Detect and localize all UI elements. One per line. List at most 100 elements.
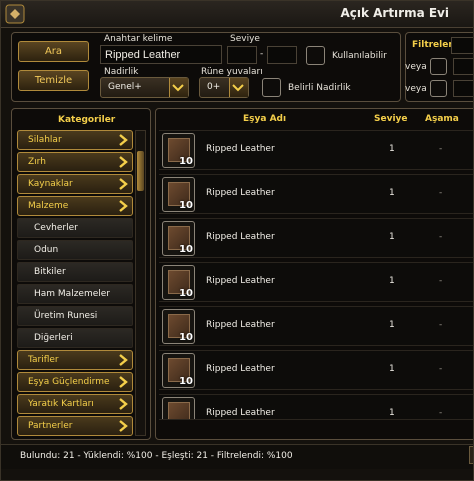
item-level: 1: [389, 144, 395, 154]
item-icon-slot[interactable]: 10: [162, 265, 195, 300]
category-item[interactable]: Tarifler: [17, 350, 133, 370]
item-icon-slot[interactable]: 10: [162, 309, 195, 344]
category-item[interactable]: Odun: [17, 240, 133, 260]
result-row[interactable]: 10 Ripped Leather 1 -: [159, 218, 473, 258]
item-icon-slot[interactable]: [162, 397, 195, 419]
chevron-right-icon: [119, 376, 128, 388]
level-max-input[interactable]: [267, 46, 297, 64]
item-stage: -: [439, 320, 443, 330]
filter-input-1[interactable]: [451, 37, 473, 54]
item-icon-slot[interactable]: 10: [162, 221, 195, 256]
rune-slots-label: Rüne yuvaları: [201, 67, 263, 77]
item-level: 1: [389, 276, 395, 286]
item-stage: -: [439, 188, 443, 198]
item-name: Ripped Leather: [206, 364, 275, 374]
category-item[interactable]: Bitkiler: [17, 262, 133, 282]
filter-input-3[interactable]: [453, 80, 473, 97]
status-text: Bulundu: 21 - Yüklendi: %100 - Eşleşti: …: [20, 451, 293, 461]
filter-or-label-1: veya: [405, 62, 427, 72]
item-icon-slot[interactable]: 10: [162, 177, 195, 212]
chevron-right-icon: [119, 354, 128, 366]
rune-slots-value: 0+: [207, 82, 221, 92]
category-item-label: Tarifler: [28, 355, 59, 365]
window-emblem-icon: [5, 4, 25, 24]
item-icon-slot[interactable]: 10: [162, 133, 195, 168]
category-item-label: Diğerleri: [34, 333, 73, 343]
category-item[interactable]: Ham Malzemeler: [17, 284, 133, 304]
item-name: Ripped Leather: [206, 320, 275, 330]
item-level: 1: [389, 320, 395, 330]
rune-slots-arrow: [229, 78, 248, 97]
category-item-label: Cevherler: [34, 223, 78, 233]
filters-title: Filtreler: [412, 40, 453, 50]
column-header-name[interactable]: Eşya Adı: [243, 114, 286, 124]
category-item[interactable]: Kaynaklar: [17, 174, 133, 194]
result-row[interactable]: 10 Ripped Leather 1 -: [159, 262, 473, 302]
usable-checkbox[interactable]: [306, 46, 325, 65]
category-item[interactable]: Yaratık Kartları: [17, 394, 133, 414]
category-item-label: Bitkiler: [34, 267, 66, 277]
rarity-dropdown[interactable]: Genel+: [100, 77, 189, 98]
rarity-label: Nadirlik: [104, 67, 139, 77]
chevron-right-icon: [119, 134, 128, 146]
search-button[interactable]: Ara: [18, 41, 89, 62]
item-stage: -: [439, 232, 443, 242]
category-item[interactable]: Zırh: [17, 152, 133, 172]
level-label: Seviye: [230, 34, 260, 44]
rarity-arrow: [169, 78, 188, 97]
status-corner-button[interactable]: [469, 446, 473, 464]
category-item[interactable]: Diğerleri: [17, 328, 133, 348]
column-header-level[interactable]: Seviye: [374, 114, 408, 124]
result-row[interactable]: 10 Ripped Leather 1 -: [159, 306, 473, 346]
chevron-down-icon: [232, 84, 244, 92]
item-quantity: 10: [179, 156, 193, 167]
category-item-label: Zırh: [28, 157, 46, 167]
category-item[interactable]: Üretim Runesi: [17, 306, 133, 326]
item-name: Ripped Leather: [206, 276, 275, 286]
search-button-label: Ara: [44, 46, 63, 57]
result-row[interactable]: 10 Ripped Leather 1 -: [159, 130, 473, 170]
level-separator: -: [260, 49, 264, 59]
categories-scrollbar-thumb[interactable]: [137, 151, 144, 191]
usable-label: Kullanılabilir: [332, 51, 387, 61]
category-item[interactable]: Partnerler: [17, 416, 133, 436]
result-row[interactable]: 10 Ripped Leather 1 -: [159, 350, 473, 390]
category-item[interactable]: Silahlar: [17, 130, 133, 150]
category-item-label: Partnerler: [28, 421, 73, 431]
item-quantity: 10: [179, 332, 193, 343]
column-header-stage[interactable]: Aşama: [425, 114, 459, 124]
category-item-label: Malzeme: [28, 201, 69, 211]
clear-button[interactable]: Temizle: [18, 70, 89, 91]
item-stage: -: [439, 364, 443, 374]
clear-button-label: Temizle: [34, 75, 73, 86]
filter-checkbox-2[interactable]: [430, 80, 447, 97]
item-quantity: 10: [179, 376, 193, 387]
keyword-input[interactable]: [100, 45, 222, 64]
category-item-label: Ham Malzemeler: [34, 289, 110, 299]
category-item-label: Kaynaklar: [28, 179, 73, 189]
result-row[interactable]: Ripped Leather 1 -: [159, 394, 473, 420]
category-item[interactable]: Malzeme: [17, 196, 133, 216]
category-item-label: Üretim Runesi: [34, 311, 98, 321]
item-level: 1: [389, 408, 395, 418]
filter-or-label-2: veya: [405, 84, 427, 94]
category-item[interactable]: Cevherler: [17, 218, 133, 238]
result-row[interactable]: 10 Ripped Leather 1 -: [159, 174, 473, 214]
chevron-right-icon: [119, 156, 128, 168]
item-quantity: 10: [179, 288, 193, 299]
keyword-label: Anahtar kelime: [104, 34, 173, 44]
rune-slots-dropdown[interactable]: 0+: [199, 77, 249, 98]
item-level: 1: [389, 364, 395, 374]
categories-scrollbar[interactable]: [135, 130, 146, 436]
chevron-right-icon: [119, 178, 128, 190]
item-stage: -: [439, 144, 443, 154]
categories-title: Kategoriler: [58, 115, 116, 125]
filter-checkbox-1[interactable]: [430, 58, 447, 75]
rarity-value: Genel+: [108, 82, 142, 92]
level-min-input[interactable]: [227, 46, 257, 64]
filter-input-2[interactable]: [453, 58, 473, 75]
category-item-label: Silahlar: [28, 135, 62, 145]
item-icon-slot[interactable]: 10: [162, 353, 195, 388]
specific-rarity-checkbox[interactable]: [262, 78, 281, 97]
category-item[interactable]: Eşya Güçlendirme: [17, 372, 133, 392]
